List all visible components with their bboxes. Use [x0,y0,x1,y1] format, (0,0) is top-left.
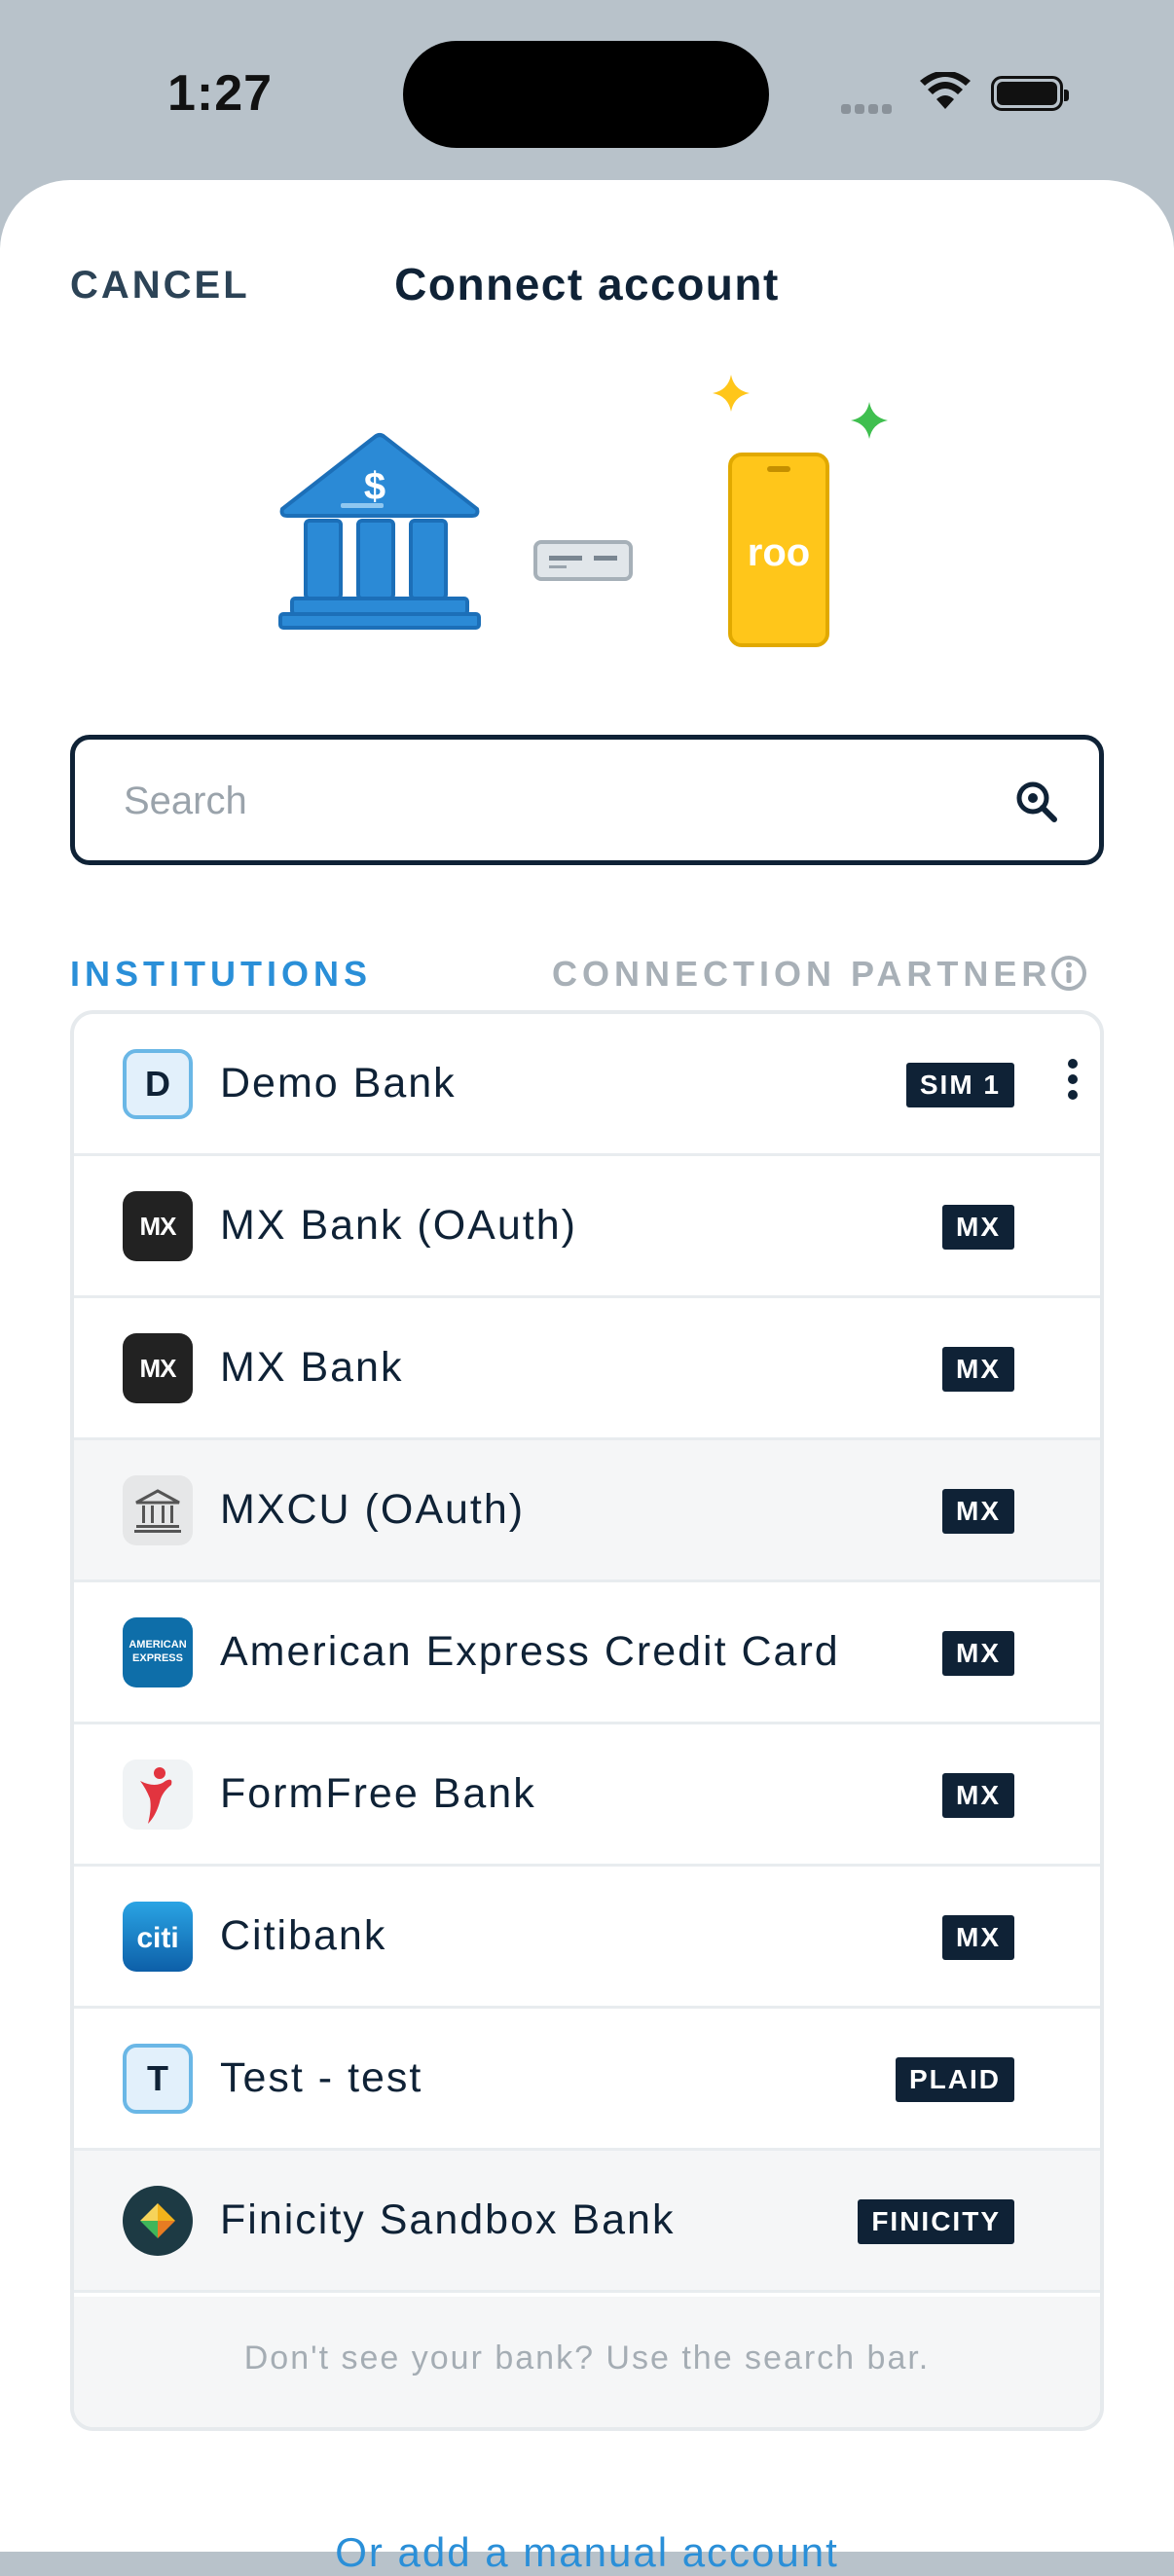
partner-badge: SIM 1 [905,1063,1014,1107]
phone-icon: roo [728,453,829,647]
mx-logo: MX [123,1333,193,1403]
partner-badge: MX [942,1773,1014,1818]
institution-row-formfree-bank[interactable]: FormFree Bank MX [74,1724,1100,1867]
institution-name: Test - test [220,2054,423,2101]
institution-row-mxcu-oauth[interactable]: MXCU (OAuth) MX [74,1440,1100,1582]
institution-row-mx-bank-oauth[interactable]: MX MX Bank (OAuth) MX [74,1156,1100,1298]
institution-list: D Demo Bank SIM 1 MX MX Bank (OAuth) MX … [70,1010,1104,2431]
formfree-logo [123,1760,193,1830]
bank-building-icon [123,1475,193,1545]
cellular-signal-icon [841,101,896,119]
check-card-icon [533,540,633,581]
status-bar: 1:27 [0,0,1174,180]
institution-name: MX Bank [220,1344,404,1391]
list-footer-hint: Don't see your bank? Use the search bar. [243,2340,931,2376]
citibank-logo: citi [123,1902,193,1972]
yellow-sparkle-icon [713,375,750,412]
dynamic-island [403,41,769,148]
demo-bank-logo: D [123,1049,193,1119]
finicity-logo [123,2186,193,2256]
institution-name: MXCU (OAuth) [220,1486,526,1533]
svg-text:$: $ [364,465,385,508]
partner-badge: MX [942,1489,1014,1534]
institution-name: MX Bank (OAuth) [220,1202,577,1249]
search-box[interactable] [70,735,1104,865]
more-options-icon[interactable] [1063,1059,1082,1111]
test-logo: T [123,2044,193,2114]
institution-name: FormFree Bank [220,1770,536,1817]
status-time: 1:27 [167,65,274,122]
partner-badge: MX [942,1915,1014,1960]
search-input[interactable] [122,773,982,829]
info-icon[interactable] [1049,954,1088,998]
institution-row-test-test[interactable]: T Test - test PLAID [74,2009,1100,2151]
institution-name: Finicity Sandbox Bank [220,2196,676,2243]
green-sparkle-icon [851,402,888,439]
institution-row-mx-bank[interactable]: MX MX Bank MX [74,1298,1100,1440]
mx-logo: MX [123,1191,193,1261]
institution-row-american-express[interactable]: AMERICAN EXPRESS American Express Credit… [74,1582,1100,1724]
institution-row-citibank[interactable]: citi Citibank MX [74,1867,1100,2009]
add-manual-account-link[interactable]: Or add a manual account [0,2529,1174,2576]
institution-name: Citibank [220,1912,387,1959]
bank-icon: $ [278,433,481,630]
partner-badge: MX [942,1631,1014,1676]
institution-row-finicity-sandbox-bank[interactable]: Finicity Sandbox Bank FINICITY [74,2151,1100,2293]
connection-partner-column-header: CONNECTION PARTNER [552,954,1052,994]
wifi-icon [919,70,972,116]
institution-row-demo-bank[interactable]: D Demo Bank SIM 1 [74,1014,1100,1156]
partner-badge: MX [942,1347,1014,1392]
institution-name: Demo Bank [220,1060,457,1107]
partner-badge: PLAID [896,2057,1014,2102]
list-footer: Don't see your bank? Use the search bar. [74,2297,1100,2427]
institution-name: American Express Credit Card [220,1628,840,1675]
institutions-column-header: INSTITUTIONS [70,954,372,994]
connect-account-sheet: CANCEL Connect account $ roo Search INST… [0,180,1174,2575]
american-express-logo: AMERICAN EXPRESS [123,1617,193,1687]
page-title: Connect account [394,259,780,309]
partner-badge: FINICITY [858,2199,1014,2244]
battery-icon [991,76,1069,111]
search-icon[interactable] [1013,779,1060,830]
partner-badge: MX [942,1205,1014,1250]
svg-text:roo: roo [748,531,810,574]
